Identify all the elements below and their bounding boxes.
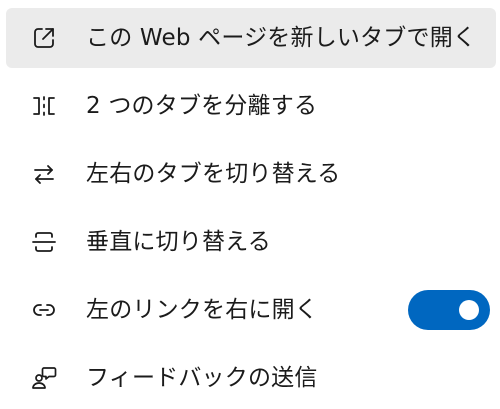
feedback-icon (30, 364, 58, 392)
split-tabs-icon (30, 92, 58, 120)
menu-item-swap-tabs[interactable]: 左右のタブを切り替える (6, 144, 496, 204)
swap-arrows-icon (30, 160, 58, 188)
menu-item-label: 左のリンクを右に開く (86, 297, 318, 323)
open-in-new-tab-icon (30, 24, 58, 52)
open-links-right-toggle[interactable] (408, 290, 490, 330)
menu-item-label: 垂直に切り替える (86, 229, 271, 255)
menu-item-label: フィードバックの送信 (86, 365, 318, 391)
menu-item-split-tabs[interactable]: 2 つのタブを分離する (6, 76, 496, 136)
menu-item-switch-vertical[interactable]: 垂直に切り替える (6, 212, 496, 272)
menu-item-open-in-new-tab[interactable]: この Web ページを新しいタブで開く (6, 8, 496, 68)
link-icon (30, 296, 58, 324)
menu-item-open-links-right[interactable]: 左のリンクを右に開く (6, 280, 496, 340)
toggle-knob (459, 300, 479, 320)
menu-item-label: 2 つのタブを分離する (86, 93, 318, 119)
menu-item-send-feedback[interactable]: フィードバックの送信 (6, 348, 496, 408)
split-screen-context-menu: この Web ページを新しいタブで開く 2 つのタブを分離する 左右のタブを切り… (0, 0, 500, 409)
menu-item-label: 左右のタブを切り替える (86, 161, 341, 187)
menu-item-label: この Web ページを新しいタブで開く (86, 25, 477, 51)
split-vertical-icon (30, 228, 58, 256)
